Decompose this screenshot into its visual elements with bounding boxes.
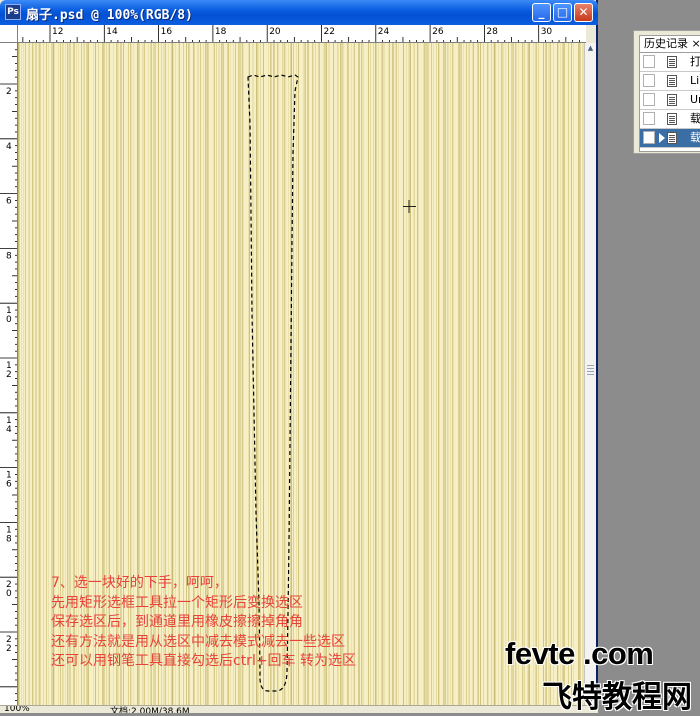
history-state-icon (667, 75, 677, 87)
history-item-label: 载 (690, 131, 700, 144)
horizontal-ruler[interactable]: 12 14 16 18 20 22 24 26 28 30 (18, 25, 586, 43)
document-window: Ps 扇子.psd @ 100%(RGB/8) _ □ ✕ 12 14 16 18 20… (0, 0, 598, 713)
history-state-icon (667, 56, 677, 68)
snapshot-checkbox[interactable] (643, 93, 655, 106)
snapshot-checkbox[interactable] (643, 55, 655, 68)
status-bar: 100% 文档:2.00M/38.6M (0, 705, 598, 713)
history-item[interactable]: Li (640, 72, 700, 91)
history-item-label: 打 (690, 55, 700, 68)
ruler-label: 14 (106, 27, 118, 37)
photoshop-document-icon: Ps (5, 4, 21, 20)
annotation-line: 保存选区后，到通道里用橡皮擦擦掉角角 (51, 614, 303, 630)
ruler-label: 6 (6, 480, 12, 490)
history-list: 打 Li Ur 载 载 (639, 52, 700, 152)
ruler-label: 2 (6, 87, 12, 97)
ruler-label: 8 (6, 251, 12, 261)
zoom-level[interactable]: 100% (4, 706, 30, 713)
ruler-label: 28 (486, 27, 498, 37)
ruler-label: 0 (6, 589, 12, 599)
ruler-origin[interactable] (0, 25, 18, 43)
history-state-icon (667, 94, 677, 106)
window-title: 扇子.psd @ 100%(RGB/8) (26, 8, 193, 23)
ruler-label: 8 (6, 534, 12, 544)
history-panel: 历史记录 × 打 Li Ur 载 载 (633, 30, 700, 154)
minimize-button[interactable]: _ (532, 3, 551, 22)
vertical-scrollbar[interactable]: ▲ ▼ (584, 43, 596, 707)
annotation-line: 还可以用钢笔工具直接勾选后ctrl+回车 转为选区 (51, 653, 357, 669)
document-info[interactable]: 文档:2.00M/38.6M (110, 706, 190, 713)
annotation-line: 7、选一块好的下手，呵呵， (51, 575, 228, 591)
vertical-ruler[interactable]: 246810121416182022 (0, 43, 18, 707)
snapshot-checkbox[interactable] (643, 74, 655, 87)
ruler-label: 30 (541, 27, 553, 37)
ruler-label: 6 (6, 197, 12, 207)
history-state-icon (667, 113, 677, 125)
history-item[interactable]: 载 (640, 110, 700, 129)
watermark-logo: fevte .com (505, 636, 654, 671)
history-item-active[interactable]: 载 (640, 129, 700, 148)
ruler-label: 4 (6, 142, 12, 152)
ruler-label: 22 (324, 27, 335, 37)
ruler-label: 0 (6, 315, 12, 325)
ruler-label: 20 (269, 27, 281, 37)
crosshair-cursor (403, 200, 416, 213)
snapshot-checkbox[interactable] (643, 131, 655, 144)
scroll-grip[interactable] (587, 365, 594, 375)
history-state-pointer-icon[interactable] (659, 133, 665, 143)
ruler-label: 24 (378, 27, 390, 37)
history-item-label: 载 (690, 112, 700, 125)
ruler-label: 18 (215, 27, 227, 37)
snapshot-checkbox[interactable] (643, 112, 655, 125)
close-button[interactable]: ✕ (574, 3, 593, 22)
title-bar[interactable]: Ps 扇子.psd @ 100%(RGB/8) _ □ ✕ (0, 0, 598, 25)
history-state-icon (667, 132, 677, 144)
history-tab[interactable]: 历史记录 × (639, 35, 700, 52)
tutorial-annotation: 7、选一块好的下手，呵呵， 先用矩形选框工具拉一个矩形后变换选区 保存选区后，到… (51, 574, 356, 672)
ruler-label: 4 (6, 425, 12, 435)
watermark-text: 飞特教程网 (542, 680, 692, 715)
ruler-label: 16 (161, 27, 173, 37)
history-item-label: Li (690, 74, 700, 87)
ruler-label: 26 (432, 27, 444, 37)
ruler-label: 12 (52, 27, 63, 37)
document-canvas[interactable]: 7、选一块好的下手，呵呵， 先用矩形选框工具拉一个矩形后变换选区 保存选区后，到… (18, 43, 584, 707)
annotation-line: 先用矩形选框工具拉一个矩形后变换选区 (51, 594, 303, 611)
scroll-up-icon[interactable]: ▲ (585, 43, 596, 54)
ruler-label: 2 (6, 644, 12, 654)
ruler-label: 2 (6, 370, 12, 380)
history-item[interactable]: 打 (640, 53, 700, 72)
history-item[interactable]: Ur (640, 91, 700, 110)
maximize-button[interactable]: □ (553, 3, 572, 22)
annotation-line: 还有方法就是用从选区中减去模式减去一些选区 (51, 633, 345, 650)
history-item-label: Ur (690, 93, 700, 106)
